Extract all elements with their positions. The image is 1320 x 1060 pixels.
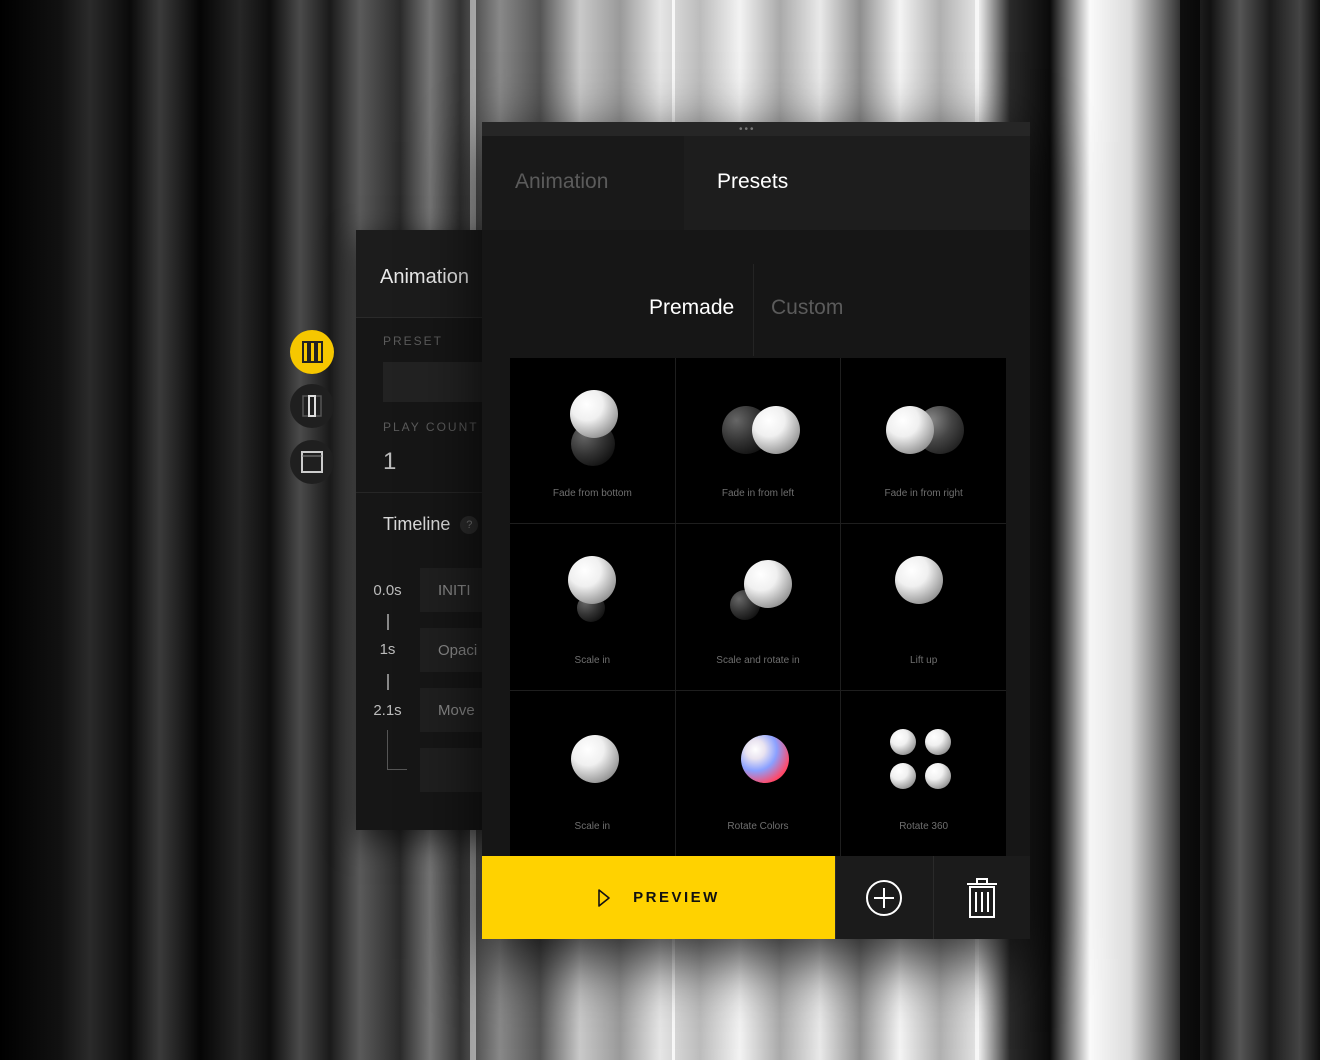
drag-handle[interactable]: •••: [482, 122, 1030, 136]
timeline-title-text: Timeline: [383, 514, 451, 534]
preset-label: Scale in: [574, 820, 611, 832]
subtab-premade[interactable]: Premade: [649, 296, 734, 320]
preset-tile[interactable]: Fade from bottom: [510, 358, 675, 524]
panel-tabs: Animation Presets: [482, 136, 1030, 230]
preset-label: Rotate Colors: [727, 820, 789, 832]
preset-label: Fade in from left: [721, 488, 795, 500]
help-icon[interactable]: ?: [460, 516, 479, 534]
single-column-layout-button[interactable]: [290, 384, 334, 428]
timeline-time: 0.0s: [373, 582, 402, 599]
tab-animation[interactable]: Animation: [482, 136, 684, 230]
preset-tile[interactable]: Scale in: [510, 524, 675, 690]
preset-label: Scale in: [574, 654, 611, 666]
play-icon: [598, 888, 610, 907]
preset-label: PRESET: [383, 334, 444, 348]
single-column-icon: [302, 395, 322, 417]
preset-label: Scale and rotate in: [716, 654, 800, 666]
preset-tile[interactable]: Fade in from right: [841, 358, 1006, 524]
preset-tile[interactable]: Fade in from left: [675, 358, 841, 524]
tab-presets[interactable]: Presets: [684, 136, 1030, 230]
subtab-divider: [753, 264, 754, 356]
timeline-end-connector: [387, 730, 407, 770]
preset-tile[interactable]: Rotate 360: [841, 690, 1006, 856]
background-stripe: [1180, 0, 1200, 1060]
timeline-time: 2.1s: [373, 702, 402, 719]
drag-handle-dots: •••: [739, 124, 756, 135]
preset-label: Lift up: [910, 654, 938, 666]
subtab-custom[interactable]: Custom: [771, 296, 843, 320]
timeline-time: 1s: [379, 641, 396, 658]
preset-tile[interactable]: Scale and rotate in: [675, 524, 841, 690]
panel-layout-button[interactable]: [290, 440, 334, 484]
play-count-label: PLAY COUNT: [383, 420, 479, 434]
three-columns-layout-button[interactable]: [290, 330, 334, 374]
presets-panel: ••• Animation Presets Premade Custom Fad…: [482, 122, 1030, 939]
preview-label: PREVIEW: [633, 889, 720, 906]
trash-icon: [966, 877, 997, 918]
bottom-action-bar: PREVIEW: [482, 856, 1030, 939]
presets-grid: Fade from bottom Fade in from left Fade …: [510, 358, 1006, 856]
preset-tile[interactable]: Lift up: [841, 524, 1006, 690]
timeline-connector: [387, 674, 389, 690]
timeline-title: Timeline?: [383, 514, 479, 535]
three-columns-icon: [302, 341, 323, 363]
preset-label: Fade from bottom: [552, 488, 632, 500]
play-count-value[interactable]: 1: [383, 448, 396, 476]
timeline-connector: [387, 614, 389, 630]
back-panel-title: Animation: [380, 266, 469, 288]
add-preset-button[interactable]: [835, 856, 933, 939]
panel-layout-icon: [301, 451, 323, 473]
preset-subtabs: Premade Custom: [482, 264, 1030, 356]
preset-label: Fade in from right: [884, 488, 963, 500]
preset-tile[interactable]: Scale in: [510, 690, 675, 856]
delete-preset-button[interactable]: [932, 856, 1030, 939]
preset-tile[interactable]: Rotate Colors: [675, 690, 841, 856]
add-circle-icon: [866, 879, 903, 916]
preset-label: Rotate 360: [899, 820, 949, 832]
preview-button[interactable]: PREVIEW: [482, 856, 835, 939]
